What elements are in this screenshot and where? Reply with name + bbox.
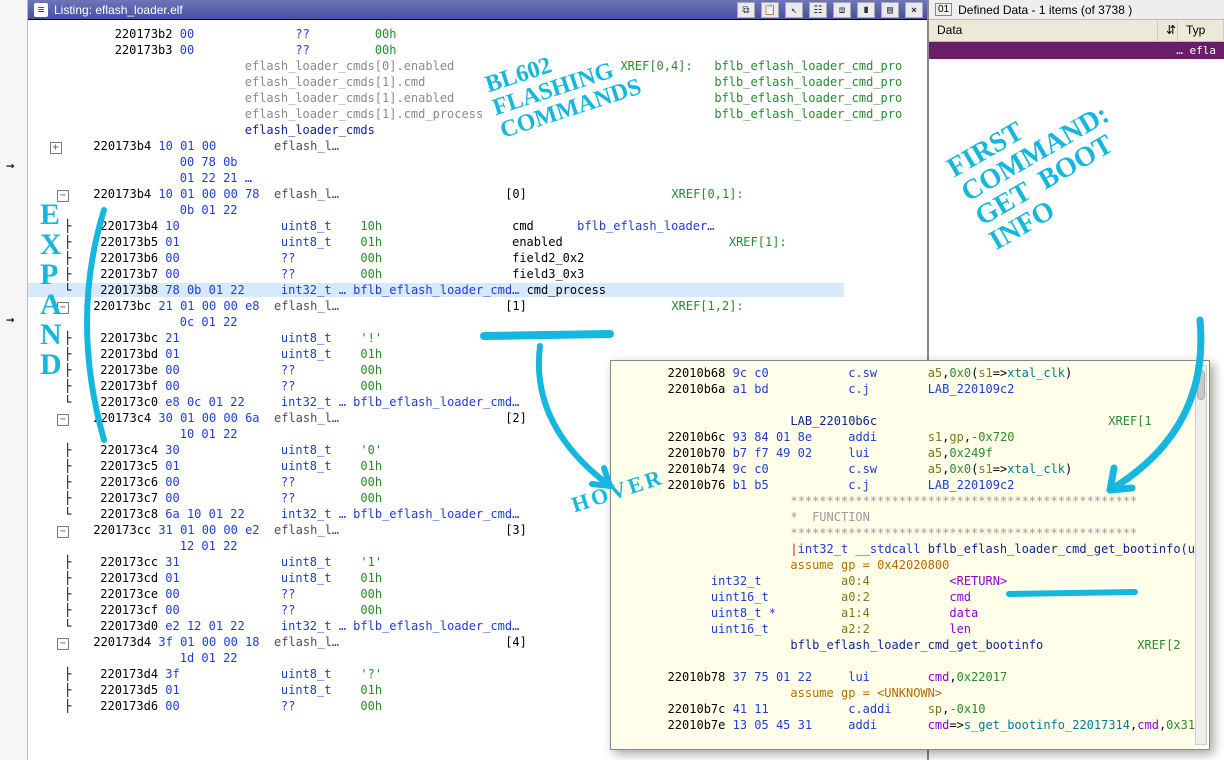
hover-content: 22010b68 9c c0 c.sw a5,0x0(s1=>xtal_clk)… — [617, 365, 1203, 733]
sort-icon[interactable]: ⇵ — [1158, 20, 1178, 41]
defined-data-row[interactable]: … efla — [929, 42, 1224, 59]
toolbar-tree-button[interactable]: ☷ — [809, 2, 827, 18]
toolbar-copy-button[interactable]: ⧉ — [737, 2, 755, 18]
col-data[interactable]: Data — [929, 20, 1158, 41]
toolbar-fields-button[interactable]: ▤ — [881, 2, 899, 18]
listing-icon: ≡ — [34, 3, 48, 17]
toolbar-close-button[interactable]: × — [905, 2, 923, 18]
binary-icon: 01 — [935, 3, 952, 16]
scrollbar-thumb[interactable] — [1197, 370, 1205, 400]
defined-data-title: Defined Data - 1 items (of 3738 ) — [958, 3, 1132, 17]
expand-toggle[interactable]: − — [57, 190, 69, 202]
arrow-marker-icon: → — [6, 312, 27, 328]
toolbar-snapshot-button[interactable]: ∎ — [857, 2, 875, 18]
expand-toggle[interactable]: − — [57, 302, 69, 314]
expand-toggle[interactable]: − — [57, 638, 69, 650]
popup-scrollbar[interactable] — [1195, 365, 1207, 745]
defined-data-titlebar[interactable]: 01 Defined Data - 1 items (of 3738 ) — [929, 0, 1224, 20]
toolbar-struct-button[interactable]: ⧈ — [833, 2, 851, 18]
toolbar-cursor-button[interactable]: ↖ — [785, 2, 803, 18]
listing-titlebar[interactable]: ≡ Listing: eflash_loader.elf ⧉ 📋 ↖ ☷ ⧈ ∎… — [28, 0, 927, 20]
listing-toolbar: ⧉ 📋 ↖ ☷ ⧈ ∎ ▤ × — [737, 0, 923, 20]
left-gutter: → → — [0, 0, 28, 760]
col-type[interactable]: Typ — [1178, 20, 1224, 41]
expand-toggle[interactable]: − — [57, 414, 69, 426]
hover-code-popup: 22010b68 9c c0 c.sw a5,0x0(s1=>xtal_clk)… — [610, 360, 1210, 750]
defined-data-header[interactable]: Data ⇵ Typ — [929, 20, 1224, 42]
expand-toggle[interactable]: − — [57, 526, 69, 538]
toolbar-paste-button[interactable]: 📋 — [761, 2, 779, 18]
listing-title: Listing: eflash_loader.elf — [54, 3, 183, 17]
expand-toggle[interactable]: + — [50, 142, 62, 154]
arrow-marker-icon: → — [6, 158, 27, 174]
